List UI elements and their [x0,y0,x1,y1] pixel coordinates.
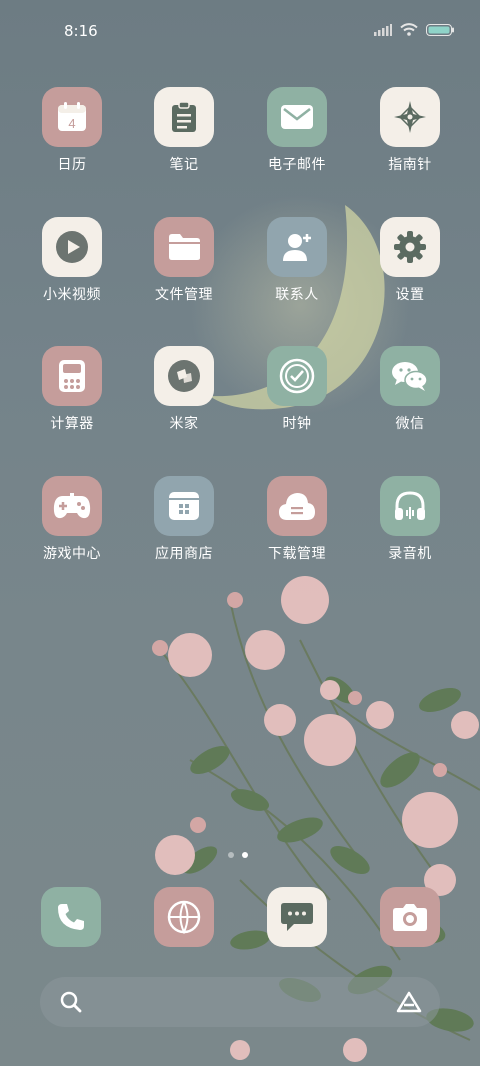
battery-icon [426,23,454,36]
app-label: 笔记 [169,157,199,173]
page-dot-active[interactable] [242,852,248,858]
dock-phone[interactable] [21,887,121,947]
app-label: 时钟 [282,416,312,432]
app-label: 小米视频 [43,287,101,303]
compass-icon [380,87,440,147]
mail-icon [267,87,327,147]
app-label: 指南针 [388,157,432,173]
mijia-icon [154,346,214,406]
app-label: 计算器 [50,416,94,432]
app-settings[interactable]: 设置 [360,217,460,304]
app-recorder[interactable]: 录音机 [360,476,460,563]
app-label: 日历 [57,157,87,173]
status-time: 8:16 [64,22,98,40]
clock-icon [267,346,327,406]
app-label: 微信 [395,416,425,432]
app-mijia[interactable]: 米家 [134,346,234,433]
app-label: 设置 [395,287,425,303]
app-email[interactable]: 电子邮件 [247,87,347,174]
app-label: 应用商店 [155,546,213,562]
page-dot[interactable] [228,852,234,858]
search-bar[interactable] [40,977,440,1027]
calendar-icon: 4 [42,87,102,147]
app-compass[interactable]: 指南针 [360,87,460,174]
app-label: 文件管理 [155,287,213,303]
wifi-icon [400,23,418,36]
dock-browser[interactable] [134,887,234,947]
browser-icon [154,887,214,947]
app-calculator[interactable]: 计算器 [22,346,122,433]
app-file-manager[interactable]: 文件管理 [134,217,234,304]
calendar-day: 4 [68,116,75,131]
dock-messages[interactable] [247,887,347,947]
play-icon [42,217,102,277]
app-label: 联系人 [275,287,319,303]
assistant-icon[interactable] [396,991,422,1013]
gamepad-icon [42,476,102,536]
dock-camera[interactable] [360,887,460,947]
app-label: 游戏中心 [43,546,101,562]
status-bar: 8:16 [0,0,480,62]
app-store-icon [154,476,214,536]
app-mi-video[interactable]: 小米视频 [22,217,122,304]
calculator-icon [42,346,102,406]
headphones-icon [380,476,440,536]
app-download-manager[interactable]: 下载管理 [247,476,347,563]
notes-icon [154,87,214,147]
app-game-center[interactable]: 游戏中心 [22,476,122,563]
signal-icon [374,23,392,36]
app-notes[interactable]: 笔记 [134,87,234,174]
wechat-icon [380,346,440,406]
gear-icon [380,217,440,277]
page-indicator[interactable] [228,852,248,858]
folder-icon [154,217,214,277]
app-wechat[interactable]: 微信 [360,346,460,433]
camera-icon [380,887,440,947]
messages-icon [267,887,327,947]
search-icon[interactable] [60,991,82,1013]
app-label: 录音机 [388,546,432,562]
app-label: 下载管理 [268,546,326,562]
download-cloud-icon [267,476,327,536]
app-calendar[interactable]: 4 日历 [22,87,122,174]
app-clock[interactable]: 时钟 [247,346,347,433]
app-app-store[interactable]: 应用商店 [134,476,234,563]
phone-icon [41,887,101,947]
app-contacts[interactable]: 联系人 [247,217,347,304]
app-label: 米家 [169,416,199,432]
contacts-icon [267,217,327,277]
app-label: 电子邮件 [268,157,326,173]
